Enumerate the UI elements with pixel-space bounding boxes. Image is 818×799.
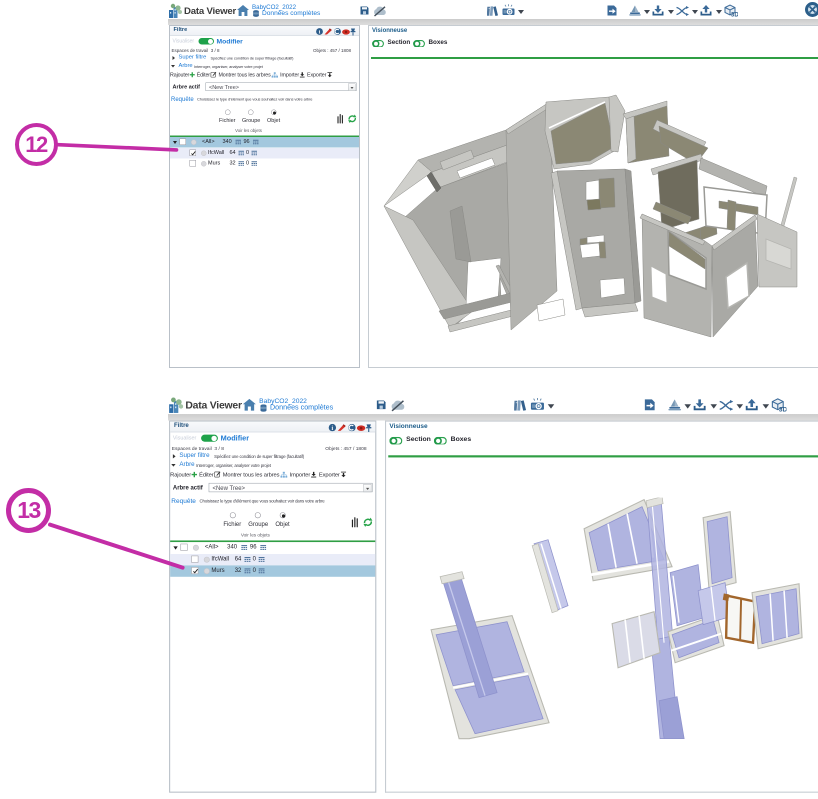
svg-text:3D: 3D bbox=[731, 13, 738, 18]
svg-text:3D: 3D bbox=[779, 407, 787, 413]
